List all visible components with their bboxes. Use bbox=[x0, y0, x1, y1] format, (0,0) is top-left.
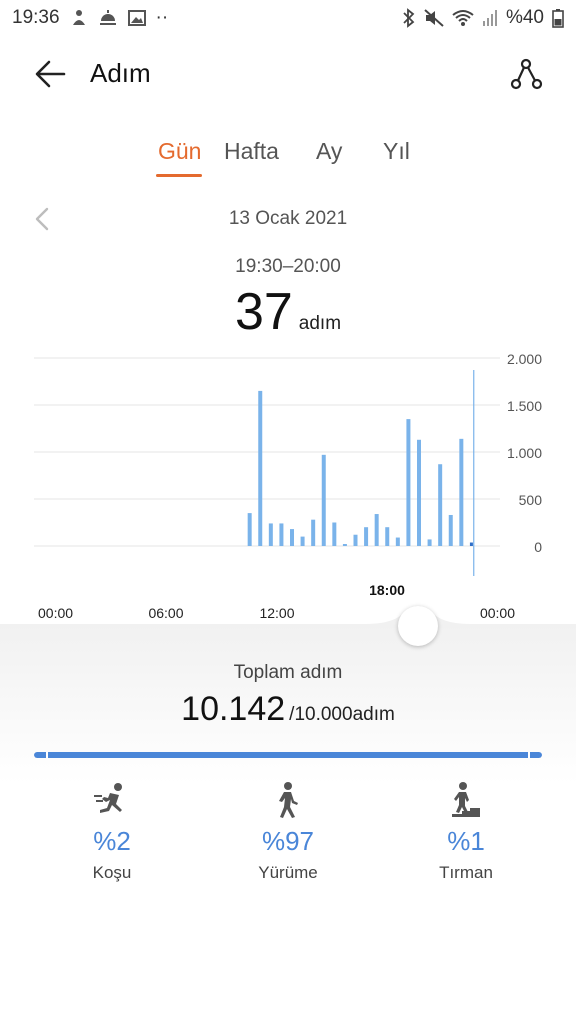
x-tick-label: 06:00 bbox=[148, 605, 183, 621]
y-tick-label: 500 bbox=[519, 492, 543, 508]
chart-bar bbox=[332, 522, 337, 546]
goal-progress-fill bbox=[34, 752, 542, 758]
page-title: Adım bbox=[90, 58, 151, 88]
tab-month[interactable]: Ay bbox=[316, 138, 342, 165]
chart-bar bbox=[438, 464, 443, 546]
running-label: Koşu bbox=[92, 863, 132, 882]
climbing-label: Tırman bbox=[439, 863, 493, 882]
chart-bar bbox=[385, 527, 390, 546]
mute-icon bbox=[424, 9, 444, 27]
chart-bar bbox=[247, 513, 252, 546]
tab-active-indicator bbox=[156, 174, 202, 177]
step-goal: /10.000adım bbox=[289, 704, 395, 725]
selected-time-range: 19:30–20:00 bbox=[235, 256, 341, 277]
arrow-left-icon bbox=[35, 60, 66, 88]
activity-walking: %97 Yürüme bbox=[208, 778, 368, 883]
chart-bar bbox=[353, 534, 358, 546]
progress-segment-divider bbox=[528, 752, 530, 758]
x-tick-label: 00:00 bbox=[480, 605, 515, 621]
back-button[interactable] bbox=[30, 56, 70, 92]
steps-chart[interactable]: 0 500 1.000 1.500 2.000 00:00 06:00 12:00 18:00 0… bbox=[0, 340, 576, 630]
date-label: 13 Ocak 2021 bbox=[228, 208, 348, 229]
activity-climbing: %1 Tırman bbox=[386, 778, 546, 883]
chart-bar bbox=[321, 454, 326, 546]
y-tick-label: 1.500 bbox=[507, 398, 542, 414]
activity-running: %2 Koşu bbox=[32, 778, 192, 883]
chart-bar bbox=[448, 514, 453, 546]
x-tick-label: 18:00 bbox=[369, 582, 405, 598]
y-tick-label: 0 bbox=[534, 539, 542, 555]
app-bar: Adım bbox=[0, 50, 576, 98]
selected-steps-value: 37 bbox=[234, 283, 293, 341]
chart-bar bbox=[258, 390, 263, 546]
running-icon bbox=[32, 778, 192, 822]
y-tick-label: 2.000 bbox=[507, 351, 542, 367]
climbing-icon bbox=[386, 778, 546, 822]
chart-bar bbox=[406, 419, 411, 546]
period-tabs: Gün Hafta Ay Yıl bbox=[0, 138, 576, 182]
x-tick-label: 12:00 bbox=[259, 605, 294, 621]
chart-bar bbox=[342, 544, 347, 546]
walking-percent: %97 bbox=[261, 826, 315, 856]
climbing-percent: %1 bbox=[447, 826, 485, 856]
chart-bar bbox=[279, 523, 284, 546]
battery-level: %40 bbox=[505, 7, 544, 28]
chart-bar bbox=[469, 542, 473, 546]
wifi-icon bbox=[452, 9, 474, 27]
y-tick-label: 1.000 bbox=[507, 445, 542, 461]
goal-progress-bar bbox=[34, 752, 542, 758]
tab-week[interactable]: Hafta bbox=[224, 138, 279, 165]
chart-bar bbox=[374, 514, 379, 546]
chart-bar bbox=[311, 519, 316, 546]
total-steps-label: Toplam adım bbox=[233, 662, 343, 683]
signal-icon bbox=[482, 9, 498, 27]
status-time: 19:36 bbox=[12, 7, 60, 28]
running-percent: %2 bbox=[93, 826, 131, 856]
total-steps-value: 10.142 bbox=[181, 690, 286, 728]
total-steps: 10.142/10.000adım bbox=[0, 690, 576, 729]
time-selector-handle[interactable] bbox=[398, 606, 438, 646]
chart-bar bbox=[427, 539, 432, 546]
chart-bar bbox=[395, 537, 400, 546]
selected-steps: 37 adım bbox=[0, 282, 576, 342]
bluetooth-icon bbox=[402, 8, 416, 28]
walking-icon bbox=[208, 778, 368, 822]
chart-bar bbox=[268, 523, 273, 546]
x-tick-label: 00:00 bbox=[38, 605, 73, 621]
gallery-icon bbox=[127, 9, 146, 27]
share-button[interactable] bbox=[506, 54, 546, 94]
walking-label: Yürüme bbox=[258, 863, 318, 882]
chart-bar bbox=[459, 438, 464, 546]
chart-bar bbox=[417, 439, 421, 546]
chart-bar bbox=[290, 529, 294, 546]
chart-bar bbox=[364, 527, 369, 546]
share-icon bbox=[510, 58, 543, 90]
notification-figure-icon bbox=[70, 9, 88, 27]
tab-year[interactable]: Yıl bbox=[383, 138, 410, 165]
status-bar: 19:36 ·· %40 bbox=[0, 0, 576, 36]
selected-steps-unit: adım bbox=[298, 313, 342, 334]
tab-day[interactable]: Gün bbox=[158, 138, 201, 165]
chart-bar bbox=[300, 536, 305, 546]
weather-sunrise-icon bbox=[98, 9, 118, 27]
more-notifications-icon: ·· bbox=[155, 7, 169, 28]
battery-icon bbox=[552, 8, 564, 28]
progress-segment-divider bbox=[46, 752, 48, 758]
